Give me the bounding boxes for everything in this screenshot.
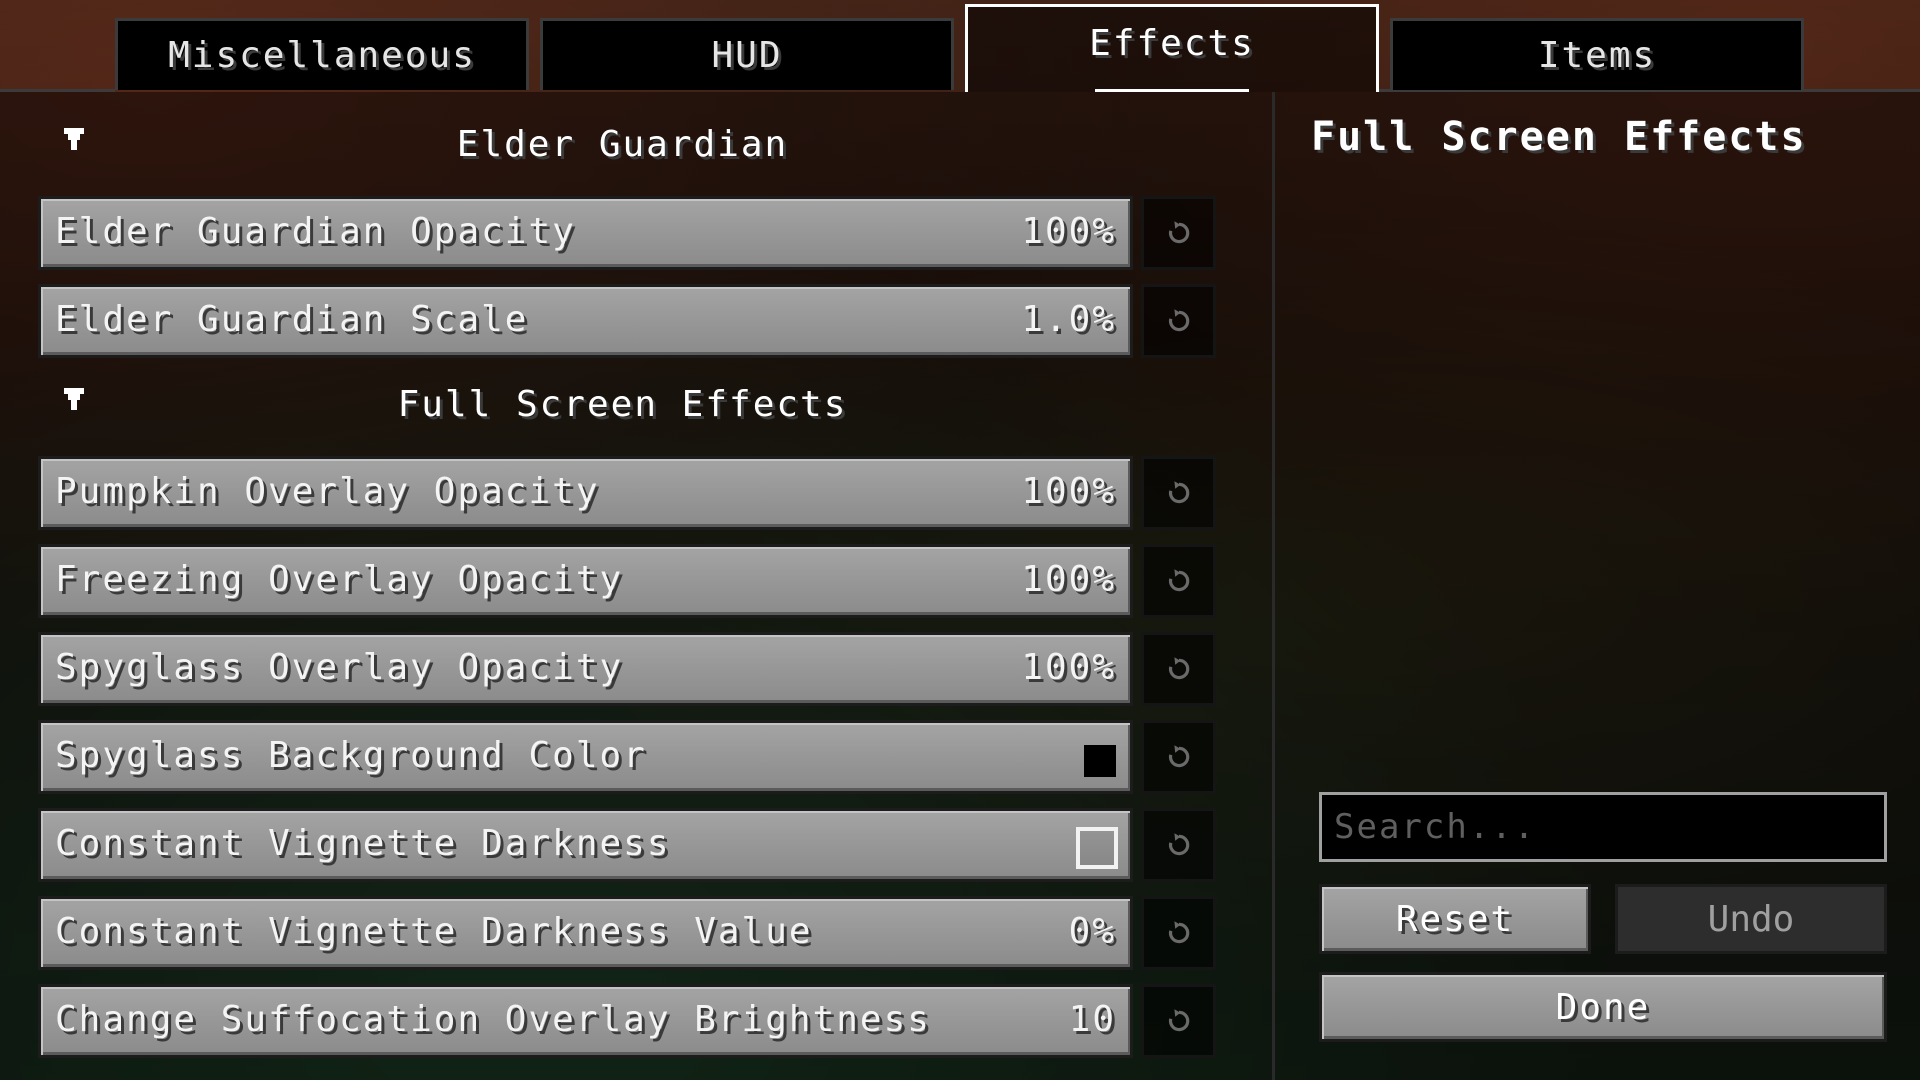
option-row: Elder Guardian Opacity 100% [38,196,1216,270]
reset-arrow-icon [1168,921,1189,944]
tab-label: Items [1537,35,1657,76]
option-value: 10 [1068,999,1116,1040]
reset-option-button[interactable] [1141,456,1216,530]
reset-option-button[interactable] [1141,720,1216,794]
color-swatch[interactable] [1084,745,1116,777]
suffocation-overlay-brightness-slider[interactable]: Change Suffocation Overlay Brightness 10 [38,984,1133,1058]
tab-hud[interactable]: HUD [540,18,954,90]
elder-guardian-scale-slider[interactable]: Elder Guardian Scale 1.0% [38,284,1133,358]
reset-arrow-icon [1168,657,1189,680]
option-value: 100% [1021,471,1116,512]
option-label: Spyglass Background Color [55,735,647,776]
spyglass-background-color-button[interactable]: Spyglass Background Color [38,720,1133,794]
screen-background: Miscellaneous HUD Effects Items Elder Gu… [0,0,1920,1080]
options-list[interactable]: Elder Guardian Elder Guardian Opacity 10… [0,92,1272,1080]
option-label: Elder Guardian Scale [55,299,529,340]
tab-effects[interactable]: Effects [965,4,1379,92]
done-button-label: Done [1555,986,1651,1028]
freezing-overlay-opacity-slider[interactable]: Freezing Overlay Opacity 100% [38,544,1133,618]
option-row: Spyglass Overlay Opacity 100% [38,632,1216,706]
option-value: 100% [1021,647,1116,688]
reset-option-button[interactable] [1141,196,1216,270]
tab-label: Effects [1089,23,1255,64]
section-title: Elder Guardian [456,124,789,165]
option-row: Spyglass Background Color [38,720,1216,794]
option-row: Elder Guardian Scale 1.0% [38,284,1216,358]
constant-vignette-darkness-value-slider[interactable]: Constant Vignette Darkness Value 0% [38,896,1133,970]
option-label: Spyglass Overlay Opacity [55,647,624,688]
reset-arrow-icon [1168,745,1189,768]
reset-arrow-icon [1168,481,1189,504]
section-header-elder-guardian[interactable]: Elder Guardian [0,114,1250,184]
reset-option-button[interactable] [1141,632,1216,706]
reset-arrow-icon [1168,569,1189,592]
reset-option-button[interactable] [1141,896,1216,970]
option-value: 100% [1021,211,1116,252]
option-label: Change Suffocation Overlay Brightness [55,999,931,1040]
tab-label: HUD [711,35,783,76]
category-sidebar: Full Screen Effects Reset Undo Done [1272,92,1920,1080]
option-value: 1.0% [1021,299,1116,340]
option-row: Change Suffocation Overlay Brightness 10 [38,984,1216,1058]
reset-button-label: Reset [1395,898,1515,940]
reset-option-button[interactable] [1141,544,1216,618]
tab-miscellaneous[interactable]: Miscellaneous [115,18,529,90]
reset-option-button[interactable] [1141,284,1216,358]
option-label: Freezing Overlay Opacity [55,559,624,600]
undo-button[interactable]: Undo [1615,884,1887,954]
reset-arrow-icon [1168,309,1189,332]
option-label: Constant Vignette Darkness [55,823,671,864]
elder-guardian-opacity-slider[interactable]: Elder Guardian Opacity 100% [38,196,1133,270]
option-row: Pumpkin Overlay Opacity 100% [38,456,1216,530]
done-button[interactable]: Done [1319,972,1887,1042]
sidebar-title: Full Screen Effects [1311,114,1807,160]
option-row: Constant Vignette Darkness Value 0% [38,896,1216,970]
reset-option-button[interactable] [1141,808,1216,882]
option-row: Freezing Overlay Opacity 100% [38,544,1216,618]
option-label: Elder Guardian Opacity [55,211,576,252]
section-title: Full Screen Effects [397,384,848,425]
section-header-full-screen-effects[interactable]: Full Screen Effects [0,374,1250,444]
option-label: Pumpkin Overlay Opacity [55,471,600,512]
vignette-checkbox[interactable] [1076,827,1118,869]
search-input[interactable] [1319,792,1887,862]
pumpkin-overlay-opacity-slider[interactable]: Pumpkin Overlay Opacity 100% [38,456,1133,530]
undo-button-label: Undo [1707,898,1795,940]
option-value: 0% [1068,911,1116,952]
reset-arrow-icon [1168,1009,1189,1032]
option-value: 100% [1021,559,1116,600]
tab-label: Miscellaneous [168,35,476,76]
reset-arrow-icon [1168,221,1189,244]
reset-button[interactable]: Reset [1319,884,1591,954]
option-label: Constant Vignette Darkness Value [55,911,813,952]
reset-option-button[interactable] [1141,984,1216,1058]
spyglass-overlay-opacity-slider[interactable]: Spyglass Overlay Opacity 100% [38,632,1133,706]
tab-items[interactable]: Items [1390,18,1804,90]
reset-arrow-icon [1168,833,1189,856]
constant-vignette-darkness-toggle[interactable]: Constant Vignette Darkness [38,808,1133,882]
option-row: Constant Vignette Darkness [38,808,1216,882]
